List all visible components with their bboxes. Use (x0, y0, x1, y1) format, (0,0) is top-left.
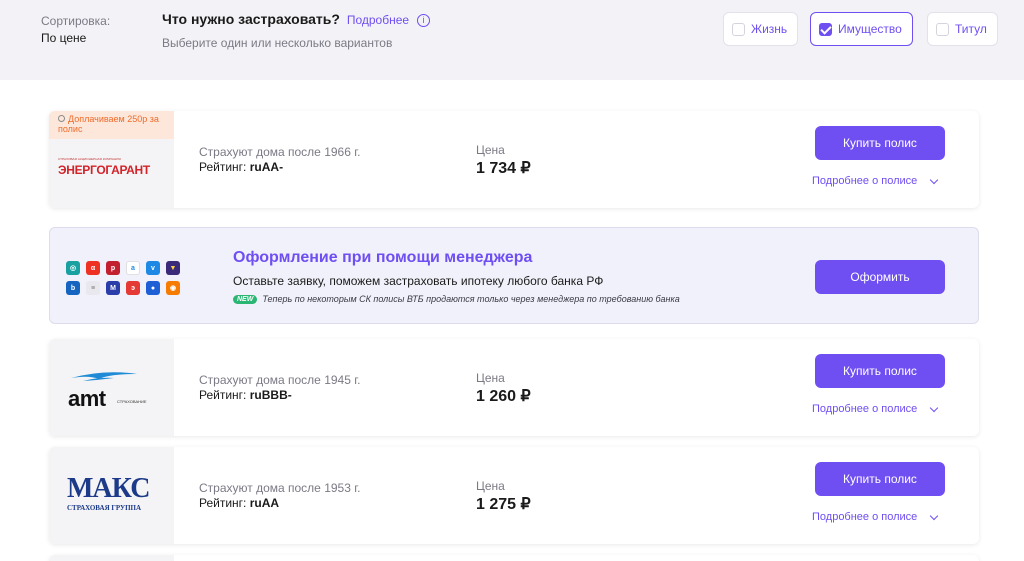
company-logo-cell (49, 555, 174, 561)
manager-text: Оставьте заявку, поможем застраховать ип… (233, 274, 604, 288)
offer-card (49, 555, 979, 561)
more-link[interactable]: Подробнее (347, 13, 409, 27)
manager-title: Оформление при помощи менеджера (233, 249, 533, 266)
offers-list: Доплачиваем 250р за полис СТРАХОВАЯ АКЦИ… (0, 80, 1024, 561)
offer-card: Доплачиваем 250р за полис СТРАХОВАЯ АКЦИ… (49, 111, 979, 208)
insurer-logo-icon: v (146, 261, 160, 275)
company-logo: amt (68, 386, 106, 411)
company-logo-cell: Доплачиваем 250р за полис СТРАХОВАЯ АКЦИ… (49, 111, 174, 208)
sort-control[interactable]: Сортировка: По цене (41, 14, 110, 45)
apply-button[interactable]: Оформить (815, 260, 945, 294)
gift-icon (58, 115, 65, 122)
insurer-logo-icon: b (66, 281, 80, 295)
policy-details-label: Подробнее о полисе (812, 511, 918, 523)
offer-price: Цена 1 734 ₽ (476, 143, 531, 178)
manager-banner: ◎ α p a v ▼ b ≡ M э ● ◉ Оформление при п… (49, 227, 979, 324)
chevron-down-icon (930, 175, 939, 184)
sort-value[interactable]: По цене (41, 31, 110, 45)
insurer-logo-icon: a (126, 261, 140, 275)
build-year-text: Страхуют дома после 1966 г. (199, 145, 361, 159)
policy-details-label: Подробнее о полисе (812, 403, 918, 415)
offer-description: Страхуют дома после 1953 г. Рейтинг: ruA… (199, 481, 360, 510)
offer-card: МАКС СТРАХОВАЯ ГРУППА Страхуют дома посл… (49, 447, 979, 544)
company-logo-cell: МАКС СТРАХОВАЯ ГРУППА (49, 447, 174, 544)
new-badge: NEW (233, 294, 258, 304)
rating-value: ruAA (249, 496, 280, 510)
company-logo: МАКС (67, 473, 150, 504)
price-value: 1 734 ₽ (476, 160, 531, 177)
chevron-down-icon (930, 403, 939, 412)
amt-swoosh-icon (71, 372, 137, 381)
sort-label: Сортировка: (41, 14, 111, 28)
company-logo-tagline: СТРАХОВАНИЕ (117, 399, 147, 404)
rating: Рейтинг: ruAA- (199, 160, 360, 174)
chevron-down-icon (930, 511, 939, 520)
question-title: Что нужно застраховать? Подробнее i (162, 11, 430, 27)
checkbox-icon (732, 22, 745, 36)
policy-details-label: Подробнее о полисе (812, 175, 918, 187)
rating-label: Рейтинг: (199, 160, 247, 174)
insurer-logo-icon: ◉ (166, 281, 180, 295)
company-logo-tagline: СТРАХОВАЯ ГРУППА (67, 504, 142, 512)
promo-text: Доплачиваем 250р за полис (58, 114, 159, 134)
offer-description: Страхуют дома после 1945 г. Рейтинг: ruB… (199, 373, 360, 402)
price-label: Цена (476, 371, 505, 385)
manager-note-text: Теперь по некоторым СК полисы ВТБ продаю… (262, 294, 680, 304)
checkbox-label: Жизнь (751, 22, 788, 36)
rating: Рейтинг: ruAA (199, 496, 360, 510)
rating-label: Рейтинг: (199, 496, 247, 510)
checkbox-title[interactable]: Титул (927, 12, 998, 46)
insurer-logo-icon: э (126, 281, 140, 295)
buy-policy-button[interactable]: Купить полис (815, 354, 945, 388)
offer-description: Страхуют дома после 1966 г. Рейтинг: ruA… (199, 145, 360, 174)
rating-label: Рейтинг: (199, 388, 247, 402)
checkbox-label: Титул (955, 22, 987, 36)
build-year-text: Страхуют дома после 1953 г. (199, 481, 361, 495)
question-text: Что нужно застраховать? (162, 11, 340, 27)
offer-card: amt СТРАХОВАНИЕ Страхуют дома после 1945… (49, 339, 979, 436)
buy-policy-button[interactable]: Купить полис (815, 462, 945, 496)
checkbox-icon (936, 22, 949, 36)
build-year-text: Страхуют дома после 1945 г. (199, 373, 361, 387)
checkbox-life[interactable]: Жизнь (723, 12, 799, 46)
company-logo: ЭНЕРГОГАРАНТ (58, 163, 150, 177)
offer-price: Цена 1 260 ₽ (476, 371, 531, 406)
checkbox-property[interactable]: Имущество (810, 12, 913, 46)
insurer-logo-icon: M (106, 281, 120, 295)
policy-details-link[interactable]: Подробнее о полисе (812, 175, 939, 187)
insurer-logo-icon: ▼ (166, 261, 180, 275)
insurer-logo-icon: α (86, 261, 100, 275)
rating-value: ruBBB- (249, 388, 292, 402)
offer-price: Цена 1 275 ₽ (476, 479, 531, 514)
price-label: Цена (476, 143, 505, 157)
question-subtitle: Выберите один или несколько вариантов (162, 36, 393, 50)
price-label: Цена (476, 479, 505, 493)
price-value: 1 260 ₽ (476, 388, 531, 405)
company-logo-cell: amt СТРАХОВАНИЕ (49, 339, 174, 436)
policy-details-link[interactable]: Подробнее о полисе (812, 403, 939, 415)
policy-details-link[interactable]: Подробнее о полисе (812, 511, 939, 523)
insurer-logo-icon: ◎ (66, 261, 80, 275)
manager-note: NEW Теперь по некоторым СК полисы ВТБ пр… (233, 294, 680, 304)
insurer-logos: ◎ α p a v ▼ b ≡ M э ● ◉ (66, 261, 180, 295)
checkbox-checked-icon (819, 22, 832, 36)
buy-policy-button[interactable]: Купить полис (815, 126, 945, 160)
insurer-logo-icon: p (106, 261, 120, 275)
company-logo-tagline: СТРАХОВАЯ АКЦИОНЕРНАЯ КОМПАНИЯ (58, 157, 121, 161)
rating-value: ruAA- (249, 160, 284, 174)
insurer-logo-icon: ● (146, 281, 160, 295)
promo-badge: Доплачиваем 250р за полис (49, 111, 174, 139)
info-icon[interactable]: i (416, 14, 430, 27)
price-value: 1 275 ₽ (476, 496, 531, 513)
checkbox-label: Имущество (838, 22, 902, 36)
insurer-logo-icon: ≡ (86, 281, 100, 295)
filter-bar: Сортировка: По цене Что нужно застрахова… (0, 0, 1024, 80)
rating: Рейтинг: ruBBB- (199, 388, 360, 402)
